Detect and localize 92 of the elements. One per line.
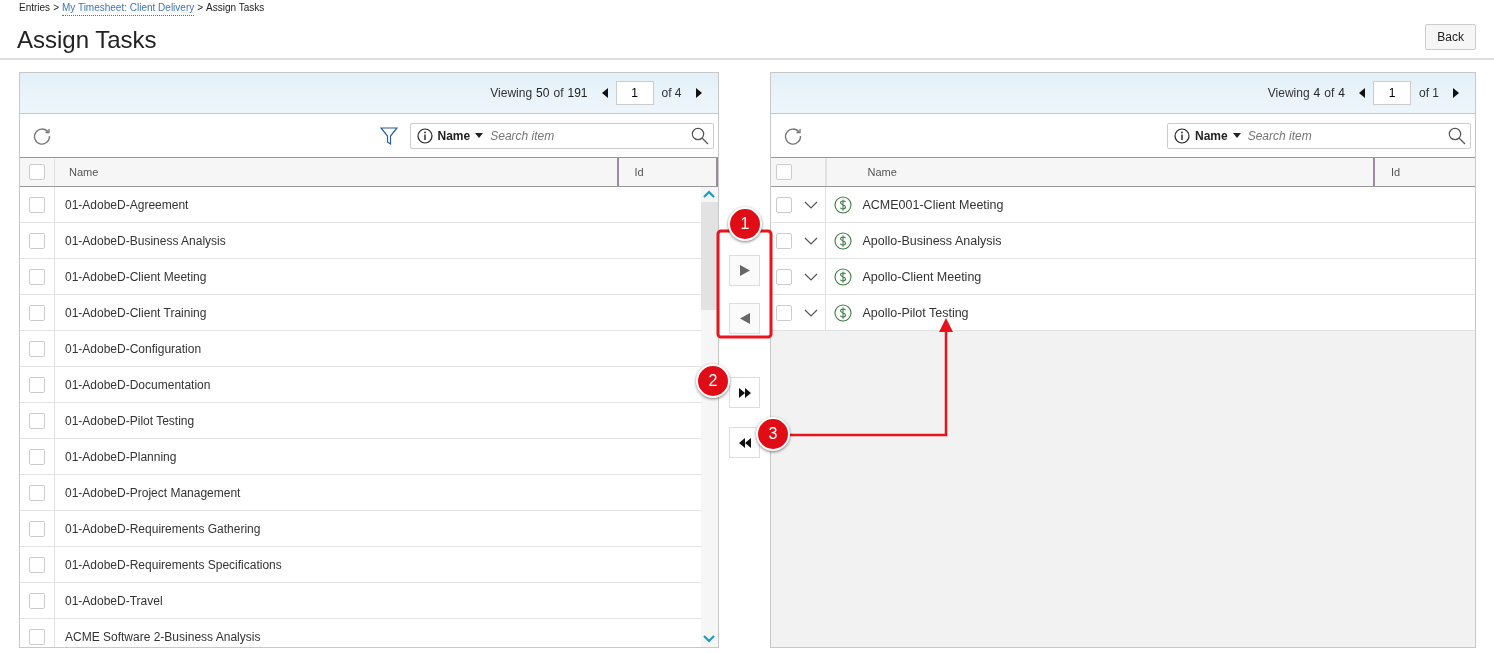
caret-icon[interactable] (475, 133, 484, 138)
left-triangle-icon (739, 313, 750, 324)
row-checkbox[interactable] (776, 196, 793, 213)
task-name: 01-AdobeD-Travel (64, 593, 163, 608)
dollar-icon (834, 231, 853, 250)
page-title: Assign Tasks (17, 26, 157, 54)
chevron-down-icon[interactable] (804, 308, 819, 317)
filter-icon[interactable] (379, 126, 398, 145)
right-triangle-icon (739, 265, 750, 276)
dollar-icon (834, 267, 853, 286)
row-checkbox[interactable] (29, 592, 45, 609)
row-checkbox[interactable] (29, 520, 45, 537)
task-name: Apollo-Client Meeting (861, 269, 982, 284)
task-name: 01-AdobeD-Client Training (64, 305, 207, 320)
row-checkbox[interactable] (29, 448, 45, 465)
task-name: 01-AdobeD-Documentation (64, 377, 211, 392)
row-checkbox[interactable] (776, 304, 793, 321)
column-header[interactable]: Name (55, 158, 617, 186)
task-name: 01-AdobeD-Planning (64, 449, 177, 464)
dollar-icon (834, 195, 853, 214)
chevron-down-icon[interactable] (804, 200, 819, 209)
row-checkbox[interactable] (29, 376, 45, 393)
task-name: Apollo-Business Analysis (861, 233, 1002, 248)
caret-icon[interactable] (1232, 133, 1241, 138)
search-field-selector[interactable]: Name (1195, 128, 1228, 143)
previous-page-icon[interactable] (1359, 88, 1365, 98)
row-checkbox[interactable] (29, 484, 45, 501)
task-name: 01-AdobeD-Client Meeting (64, 269, 207, 284)
row-checkbox[interactable] (29, 232, 45, 249)
task-name: 01-AdobeD-Configuration (64, 341, 202, 356)
row-checkbox[interactable] (29, 628, 45, 645)
select-all-checkbox[interactable] (776, 164, 793, 180)
search-field-selector[interactable]: Name (437, 128, 471, 143)
shown-count: 4 (1313, 86, 1321, 100)
previous-page-icon[interactable] (601, 88, 608, 98)
scroll-down-icon[interactable] (703, 635, 715, 643)
search-icon[interactable] (690, 126, 709, 145)
row-checkbox[interactable] (29, 412, 45, 429)
total-count: 191 (567, 86, 588, 100)
task-name: 01-AdobeD-Requirements Specifications (64, 557, 282, 572)
refresh-icon[interactable] (783, 125, 804, 146)
task-name: ACME001-Client Meeting (861, 197, 1004, 212)
next-page-icon[interactable] (695, 88, 702, 98)
viewing-label: Viewing (490, 86, 533, 100)
task-name: 01-AdobeD-Business Analysis (64, 233, 226, 248)
row-checkbox[interactable] (29, 268, 45, 285)
info-icon (416, 127, 433, 144)
callout-badge: 1 (728, 207, 762, 241)
double-right-icon (738, 387, 751, 398)
task-name: Apollo-Pilot Testing (861, 305, 969, 320)
of-label: of (553, 86, 564, 100)
row-checkbox[interactable] (29, 304, 45, 321)
row-checkbox[interactable] (29, 556, 45, 573)
row-checkbox[interactable] (776, 232, 793, 249)
search-icon[interactable] (1448, 126, 1466, 145)
transfer-button[interactable] (729, 377, 760, 408)
breadcrumb-item: Assign Tasks (206, 2, 265, 15)
row-checkbox[interactable] (776, 268, 793, 285)
row-checkbox[interactable] (29, 196, 45, 213)
chevron-down-icon[interactable] (804, 272, 819, 281)
transfer-button[interactable] (729, 427, 760, 458)
next-page-icon[interactable] (1453, 88, 1459, 98)
viewing-label: Viewing (1267, 86, 1310, 100)
row-checkbox[interactable] (29, 340, 45, 357)
double-left-icon (738, 437, 751, 448)
refresh-icon[interactable] (32, 125, 52, 146)
select-all-checkbox[interactable] (29, 164, 45, 180)
back-button[interactable]: Back (1425, 24, 1476, 50)
page-input[interactable]: 1 (1373, 81, 1411, 105)
callout-badge: 2 (696, 364, 730, 398)
scroll-up-icon[interactable] (703, 190, 715, 198)
breadcrumb-separator: > (53, 2, 59, 15)
column-header[interactable]: Name (826, 158, 1373, 186)
page-input[interactable]: 1 (615, 81, 654, 105)
search-field[interactable]: Name Search item (409, 122, 714, 149)
breadcrumb-item: Entries (19, 2, 51, 15)
search-field[interactable]: Name Search item (1167, 122, 1471, 149)
info-icon (1174, 127, 1190, 144)
page-count: of 1 (1419, 86, 1439, 100)
task-name: 01-AdobeD-Project Management (64, 485, 241, 500)
breadcrumb-separator: > (197, 2, 204, 15)
task-name: ACME Software 2-Business Analysis (64, 629, 261, 644)
dollar-icon (834, 303, 853, 322)
chevron-down-icon[interactable] (804, 236, 819, 245)
page-count: of 4 (661, 86, 682, 100)
total-count: 4 (1338, 86, 1345, 100)
breadcrumb-link[interactable]: My Timesheet: Client Delivery (61, 2, 195, 16)
task-name: 01-AdobeD-Pilot Testing (64, 413, 195, 428)
task-name: 01-AdobeD-Agreement (64, 197, 189, 212)
of-label: of (1324, 86, 1335, 100)
task-name: 01-AdobeD-Requirements Gathering (64, 521, 261, 536)
shown-count: 50 (536, 86, 550, 100)
